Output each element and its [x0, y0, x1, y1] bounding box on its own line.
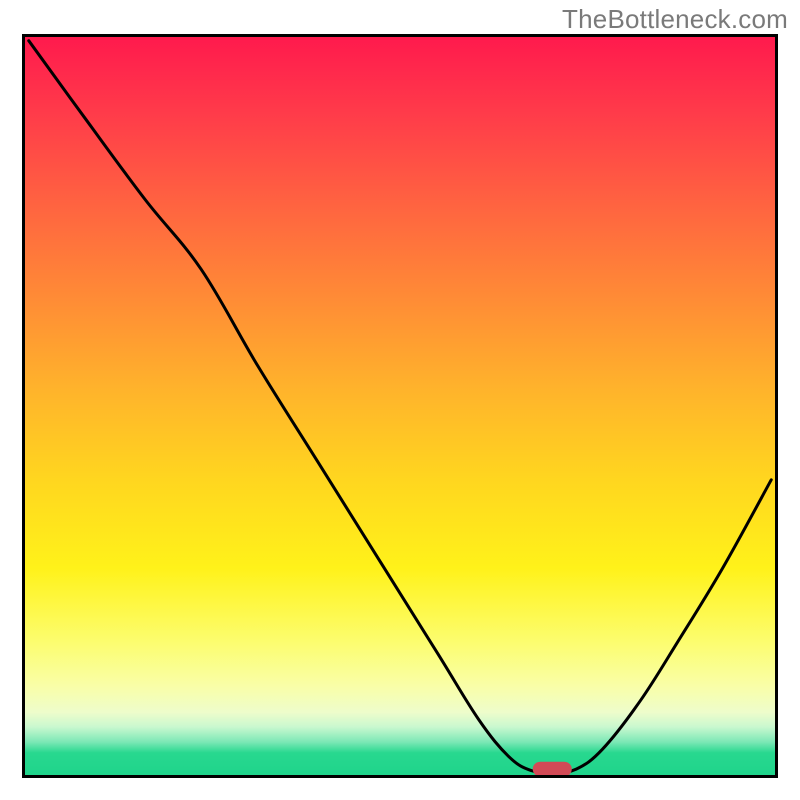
min-marker-icon: [533, 762, 572, 775]
plot-area: [22, 34, 778, 778]
chart-stage: TheBottleneck.com: [0, 0, 800, 800]
bottleneck-curve: [29, 41, 772, 773]
watermark-text: TheBottleneck.com: [562, 4, 788, 35]
curve-layer: [25, 37, 775, 775]
